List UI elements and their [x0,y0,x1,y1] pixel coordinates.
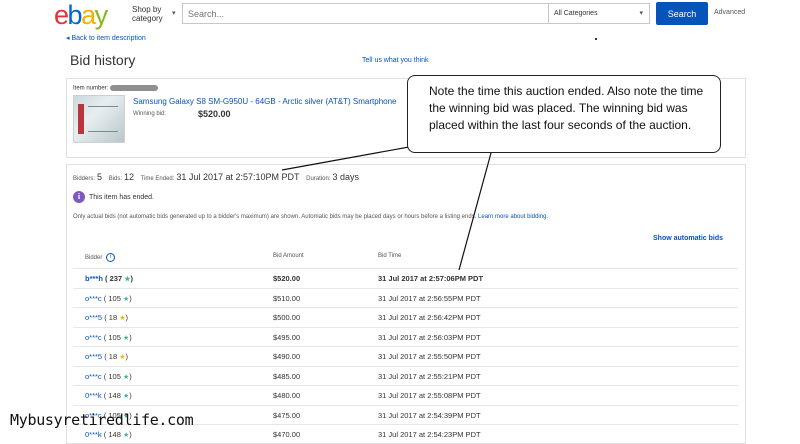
bidder-link[interactable]: o***5 ( 18 ★) [85,352,128,361]
info-icon: i [73,191,85,203]
shop-by-category-button[interactable]: Shop by category ▾ [132,5,176,23]
page-title: Bid history [70,52,136,68]
shop-by-label: Shop by [132,5,162,14]
feedback-score: ( 105 ★) [103,293,132,303]
bid-amount: $485.00 [273,371,301,381]
feedback-star-icon: ★ [122,393,130,400]
bid-amount: $510.00 [273,293,301,303]
bid-amount: $480.00 [273,391,301,400]
feedback-score: ( 105 ★) [103,332,132,342]
ended-notice: i This item has ended. [73,191,154,203]
item-thumbnail[interactable] [73,95,125,143]
table-row: 0***k ( 148 ★) $480.00 31 Jul 2017 at 2:55… [73,385,738,405]
feedback-score: ( 105 ★) [103,371,132,381]
bid-amount: $475.00 [273,410,301,420]
feedback-star-icon: ★ [124,276,131,283]
bid-amount: $490.00 [273,352,301,361]
bid-time: 31 Jul 2017 at 2:56:55PM PDT [378,293,481,303]
help-icon[interactable]: i [106,253,116,262]
search-input[interactable] [183,4,548,23]
bids-count: 12 [124,172,135,182]
table-row: o***c ( 105 ★) $485.00 31 Jul 2017 at 2:55… [73,365,738,386]
time-ended: 31 Jul 2017 at 2:57:10PM PDT [176,172,300,182]
bid-amount: $470.00 [273,430,301,439]
back-to-item-link[interactable]: ◂ Back to item description [66,34,146,42]
search-button[interactable]: Search [656,2,708,25]
bid-time: 31 Jul 2017 at 2:56:03PM PDT [378,332,481,342]
feedback-star-icon: ★ [122,432,130,439]
duration: 3 days [332,172,360,182]
bid-time: 31 Jul 2017 at 2:55:08PM PDT [378,391,481,400]
feedback-star-icon: ★ [119,315,126,322]
bid-time: 31 Jul 2017 at 2:55:21PM PDT [378,371,481,381]
chevron-down-icon: ▾ [639,10,643,17]
category-select[interactable]: All Categories ▾ [548,3,650,24]
time-column-header: Bid Time [378,253,402,259]
advanced-search-link[interactable]: Advanced [714,9,745,16]
bid-amount: $495.00 [273,332,301,342]
winning-bid-label: Winning bid: [133,111,167,117]
watermark: Mybusyretiredlife.com [10,411,194,429]
feedback-score: ( 18 ★) [104,352,128,361]
bidder-link[interactable]: 0***k ( 148 ★) [85,391,132,400]
bidder-link[interactable]: b***h ( 237 ★) [85,274,133,283]
table-row: b***h ( 237 ★) $520.00 31 Jul 2017 at 2:57… [73,268,738,288]
cursor-dot [595,38,597,40]
bid-amount: $500.00 [273,313,301,322]
item-number: Item number: [73,85,159,92]
bidder-link[interactable]: o***c ( 105 ★) [85,294,132,303]
bidder-link[interactable]: o***c ( 105 ★) [85,333,132,342]
redacted-item-number [110,85,159,91]
feedback-score: ( 148 ★) [103,391,132,400]
show-automatic-bids-link[interactable]: Show automatic bids [653,235,723,242]
table-row: o***c ( 105 ★) $510.00 31 Jul 2017 at 2:56… [73,287,738,308]
bid-time: 31 Jul 2017 at 2:55:50PM PDT [378,352,481,361]
amount-column-header: Bid Amount [273,253,304,259]
bid-details-panel: Bidders: 5 Bids: 12 Time Ended: 31 Jul 2017… [66,164,746,444]
annotation-callout: Note the time this auction ended. Also n… [407,75,721,153]
chevron-down-icon: ▾ [172,10,176,17]
search-box[interactable] [182,3,548,24]
table-row: o***5 ( 18 ★) $490.00 31 Jul 2017 at 2:55:… [73,346,738,366]
category-label: category [132,14,163,23]
feedback-link[interactable]: Tell us what you think [362,57,429,64]
bid-time: 31 Jul 2017 at 2:56:42PM PDT [378,313,481,322]
bid-time: 31 Jul 2017 at 2:54:23PM PDT [378,430,481,439]
item-title-link[interactable]: Samsung Galaxy S8 SM-G950U - 64GB - Arct… [133,97,397,106]
feedback-score: ( 18 ★) [104,313,128,322]
feedback-score: ( 237 ★) [105,274,133,283]
table-row: o***c ( 105 ★) $495.00 31 Jul 2017 at 2:56… [73,326,738,347]
bid-time: 31 Jul 2017 at 2:54:39PM PDT [378,410,481,420]
ebay-logo[interactable]: ebay [54,2,108,29]
bid-table-header: Bidder i Bid Amount Bid Time [73,251,738,267]
bidder-link[interactable]: o***c ( 105 ★) [85,372,132,381]
table-row: o***5 ( 18 ★) $500.00 31 Jul 2017 at 2:56:… [73,307,738,327]
bid-amount: $520.00 [273,274,301,283]
feedback-star-icon: ★ [122,373,130,381]
category-select-value: All Categories [554,10,598,17]
bidder-link[interactable]: 0***k ( 148 ★) [85,430,132,439]
bids-note: Only actual bids (not automatic bids gen… [73,214,549,220]
feedback-star-icon: ★ [119,354,126,361]
bidder-link[interactable]: o***5 ( 18 ★) [85,313,128,322]
feedback-score: ( 148 ★) [103,430,132,439]
auction-summary: Bidders: 5 Bids: 12 Time Ended: 31 Jul 2017… [73,172,360,182]
learn-more-link[interactable]: Learn more about bidding. [478,214,548,220]
bid-time: 31 Jul 2017 at 2:57:06PM PDT [378,274,484,283]
winning-bid-value: $520.00 [198,109,231,119]
bidder-column-header: Bidder i [85,253,116,262]
feedback-star-icon: ★ [122,295,130,303]
feedback-star-icon: ★ [122,334,130,342]
bidders-count: 5 [97,172,103,182]
ended-message: This item has ended. [89,193,154,201]
